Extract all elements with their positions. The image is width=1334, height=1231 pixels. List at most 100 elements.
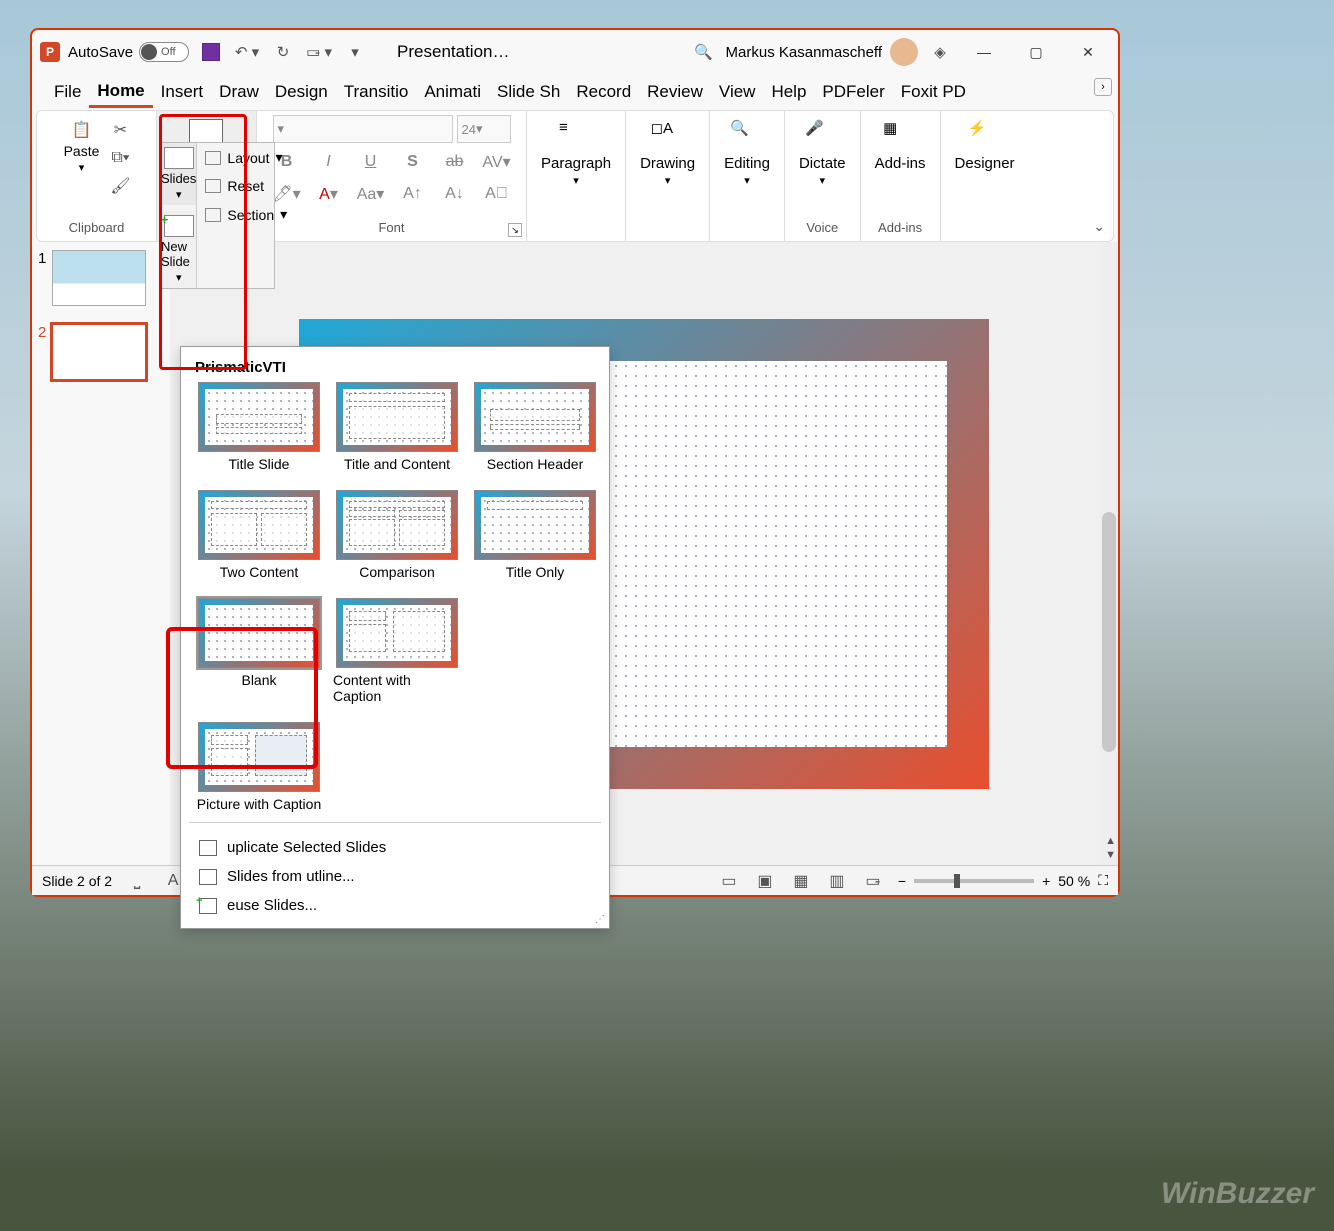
tab-record[interactable]: Record — [568, 78, 639, 106]
character-spacing-button[interactable]: AV▾ — [482, 152, 510, 172]
reset-icon — [205, 179, 221, 193]
group-addins: ▦ Add-ins Add-ins — [861, 111, 941, 241]
section-button[interactable]: Section ▾ — [197, 200, 295, 229]
tab-review[interactable]: Review — [639, 78, 711, 106]
reset-button[interactable]: Reset — [197, 172, 295, 200]
slides-split-top[interactable]: Slides ▾ — [161, 143, 196, 205]
slide-counter[interactable]: Slide 2 of 2 — [42, 873, 112, 889]
layout-title-content[interactable]: Title and Content — [333, 382, 461, 472]
reuse-slides-action[interactable]: + euse Slides... — [195, 891, 595, 920]
zoom-control: − + 50 % ⛶ — [898, 872, 1108, 889]
fit-to-window[interactable]: ⛶ — [1098, 872, 1108, 889]
change-case-button[interactable]: Aa▾ — [357, 184, 385, 204]
zoom-slider[interactable] — [914, 879, 1034, 883]
font-size-combo[interactable]: 24 ▾ — [457, 115, 511, 143]
zoom-out[interactable]: − — [898, 873, 906, 889]
underline-button[interactable]: U — [365, 153, 377, 171]
slides-from-outline-action[interactable]: Slides from utline... — [195, 862, 595, 891]
italic-button[interactable]: I — [326, 153, 330, 171]
copy-button[interactable]: ⧉▾ — [109, 147, 131, 169]
layout-comparison[interactable]: Comparison — [333, 490, 461, 580]
qat-customize[interactable]: ▾ — [341, 38, 369, 66]
reading-view-button[interactable]: ▥ — [826, 870, 848, 892]
user-account[interactable]: Markus Kasanmascheff — [726, 38, 918, 66]
layout-blank[interactable]: Blank — [195, 598, 323, 704]
layout-two-content[interactable]: Two Content — [195, 490, 323, 580]
premium-icon[interactable]: ◈ — [926, 38, 954, 66]
thumb-1[interactable]: 1 — [38, 250, 164, 306]
close-button[interactable]: ✕ — [1066, 37, 1110, 67]
tab-transitions[interactable]: Transitio — [336, 78, 417, 106]
group-clipboard: 📋 Paste ▾ ✂ ⧉▾ 🖌 Clipboard — [37, 111, 157, 241]
layout-title-only[interactable]: Title Only — [471, 490, 599, 580]
undo-button[interactable]: ↶ ▾ — [233, 38, 261, 66]
cut-button[interactable]: ✂ — [109, 119, 131, 141]
layout-title-slide[interactable]: Title Slide — [195, 382, 323, 472]
toggle-knob — [141, 44, 157, 60]
strike-button[interactable]: ab — [446, 153, 464, 171]
layout-content-caption[interactable]: Content with Caption — [333, 598, 461, 704]
tab-file[interactable]: File — [46, 78, 89, 106]
tab-design[interactable]: Design — [267, 78, 336, 106]
drawing-button[interactable]: ◻A Drawing▾ — [634, 115, 701, 191]
group-font: ▾ 24 ▾ B I U S ab AV▾ 🖊▾ A▾ Aa▾ A↑ A↓ A⃠… — [257, 111, 527, 241]
maximize-button[interactable]: ▢ — [1014, 37, 1058, 67]
editing-button[interactable]: 🔍 Editing▾ — [718, 115, 776, 191]
tab-foxit[interactable]: Foxit PD — [893, 78, 974, 106]
powerpoint-icon: P — [40, 42, 60, 62]
clear-formatting-button[interactable]: A⃠ — [485, 185, 508, 203]
tab-pdfelement[interactable]: PDFeler — [814, 78, 892, 106]
thumb-2[interactable]: 2 — [38, 324, 164, 380]
autosave-toggle[interactable]: Off — [139, 42, 189, 62]
zoom-in[interactable]: + — [1042, 873, 1050, 889]
font-name-combo[interactable]: ▾ — [273, 115, 453, 143]
tabs-overflow[interactable]: › — [1094, 78, 1112, 96]
redo-button[interactable]: ↻ — [269, 38, 297, 66]
save-button[interactable] — [197, 38, 225, 66]
group-paragraph: ≡ Paragraph▾ — [527, 111, 626, 241]
tab-home[interactable]: Home — [89, 77, 152, 108]
slide-glyph-icon — [164, 147, 194, 169]
autosave-control[interactable]: AutoSave Off — [68, 42, 189, 62]
dictate-button[interactable]: 🎤 Dictate▾ — [793, 115, 852, 191]
sorter-view-button[interactable]: ▦ — [790, 870, 812, 892]
tab-view[interactable]: View — [711, 78, 764, 106]
layout-button[interactable]: Layout ▾ — [197, 143, 295, 172]
gallery-resize-grip[interactable]: ⋰ — [595, 914, 605, 924]
paste-button[interactable]: 📋 Paste ▾ — [60, 115, 104, 201]
layout-section-header[interactable]: Section Header — [471, 382, 599, 472]
new-slide-button[interactable]: + New Slide ▾ — [161, 211, 196, 288]
designer-button[interactable]: ⚡ Designer — [949, 115, 1021, 176]
paragraph-button[interactable]: ≡ Paragraph▾ — [535, 115, 617, 191]
tab-insert[interactable]: Insert — [153, 78, 212, 106]
grow-font-button[interactable]: A↑ — [403, 185, 422, 203]
shadow-button[interactable]: S — [407, 153, 418, 171]
notes-button[interactable]: ▭ — [718, 870, 740, 892]
accessibility-icon[interactable]: ⎵ — [126, 870, 148, 892]
tab-help[interactable]: Help — [763, 78, 814, 106]
font-dialog-launcher[interactable]: ↘ — [508, 223, 522, 237]
layout-picture-caption[interactable]: Picture with Caption — [195, 722, 323, 812]
tab-slideshow[interactable]: Slide Sh — [489, 78, 568, 106]
vertical-scrollbar[interactable]: ▲ ▼ — [1100, 242, 1118, 865]
addins-button[interactable]: ▦ Add-ins — [869, 115, 932, 176]
duplicate-slides-action[interactable]: uplicate Selected Slides — [195, 833, 595, 862]
tab-draw[interactable]: Draw — [211, 78, 267, 106]
slideshow-button[interactable]: ▭̵ ▾ — [305, 38, 333, 66]
reuse-icon: + — [199, 898, 217, 914]
next-slide-nav[interactable]: ▼ — [1105, 849, 1116, 861]
minimize-button[interactable]: — — [962, 37, 1006, 67]
slideshow-view-button[interactable]: ▭̵ — [862, 870, 884, 892]
paragraph-icon: ≡ — [559, 119, 593, 153]
format-painter-button[interactable]: 🖌 — [109, 175, 131, 197]
zoom-value[interactable]: 50 % — [1058, 873, 1090, 889]
font-color-button[interactable]: A▾ — [319, 184, 338, 204]
scrollbar-thumb[interactable] — [1102, 512, 1116, 752]
shrink-font-button[interactable]: A↓ — [445, 185, 464, 203]
document-title[interactable]: Presentation… — [397, 42, 509, 62]
prev-slide-nav[interactable]: ▲ — [1105, 835, 1116, 847]
tab-animations[interactable]: Animati — [416, 78, 489, 106]
search-button[interactable]: 🔍 — [690, 38, 718, 66]
ribbon-collapse[interactable]: ⌄ — [1093, 218, 1105, 235]
normal-view-button[interactable]: ▣ — [754, 870, 776, 892]
